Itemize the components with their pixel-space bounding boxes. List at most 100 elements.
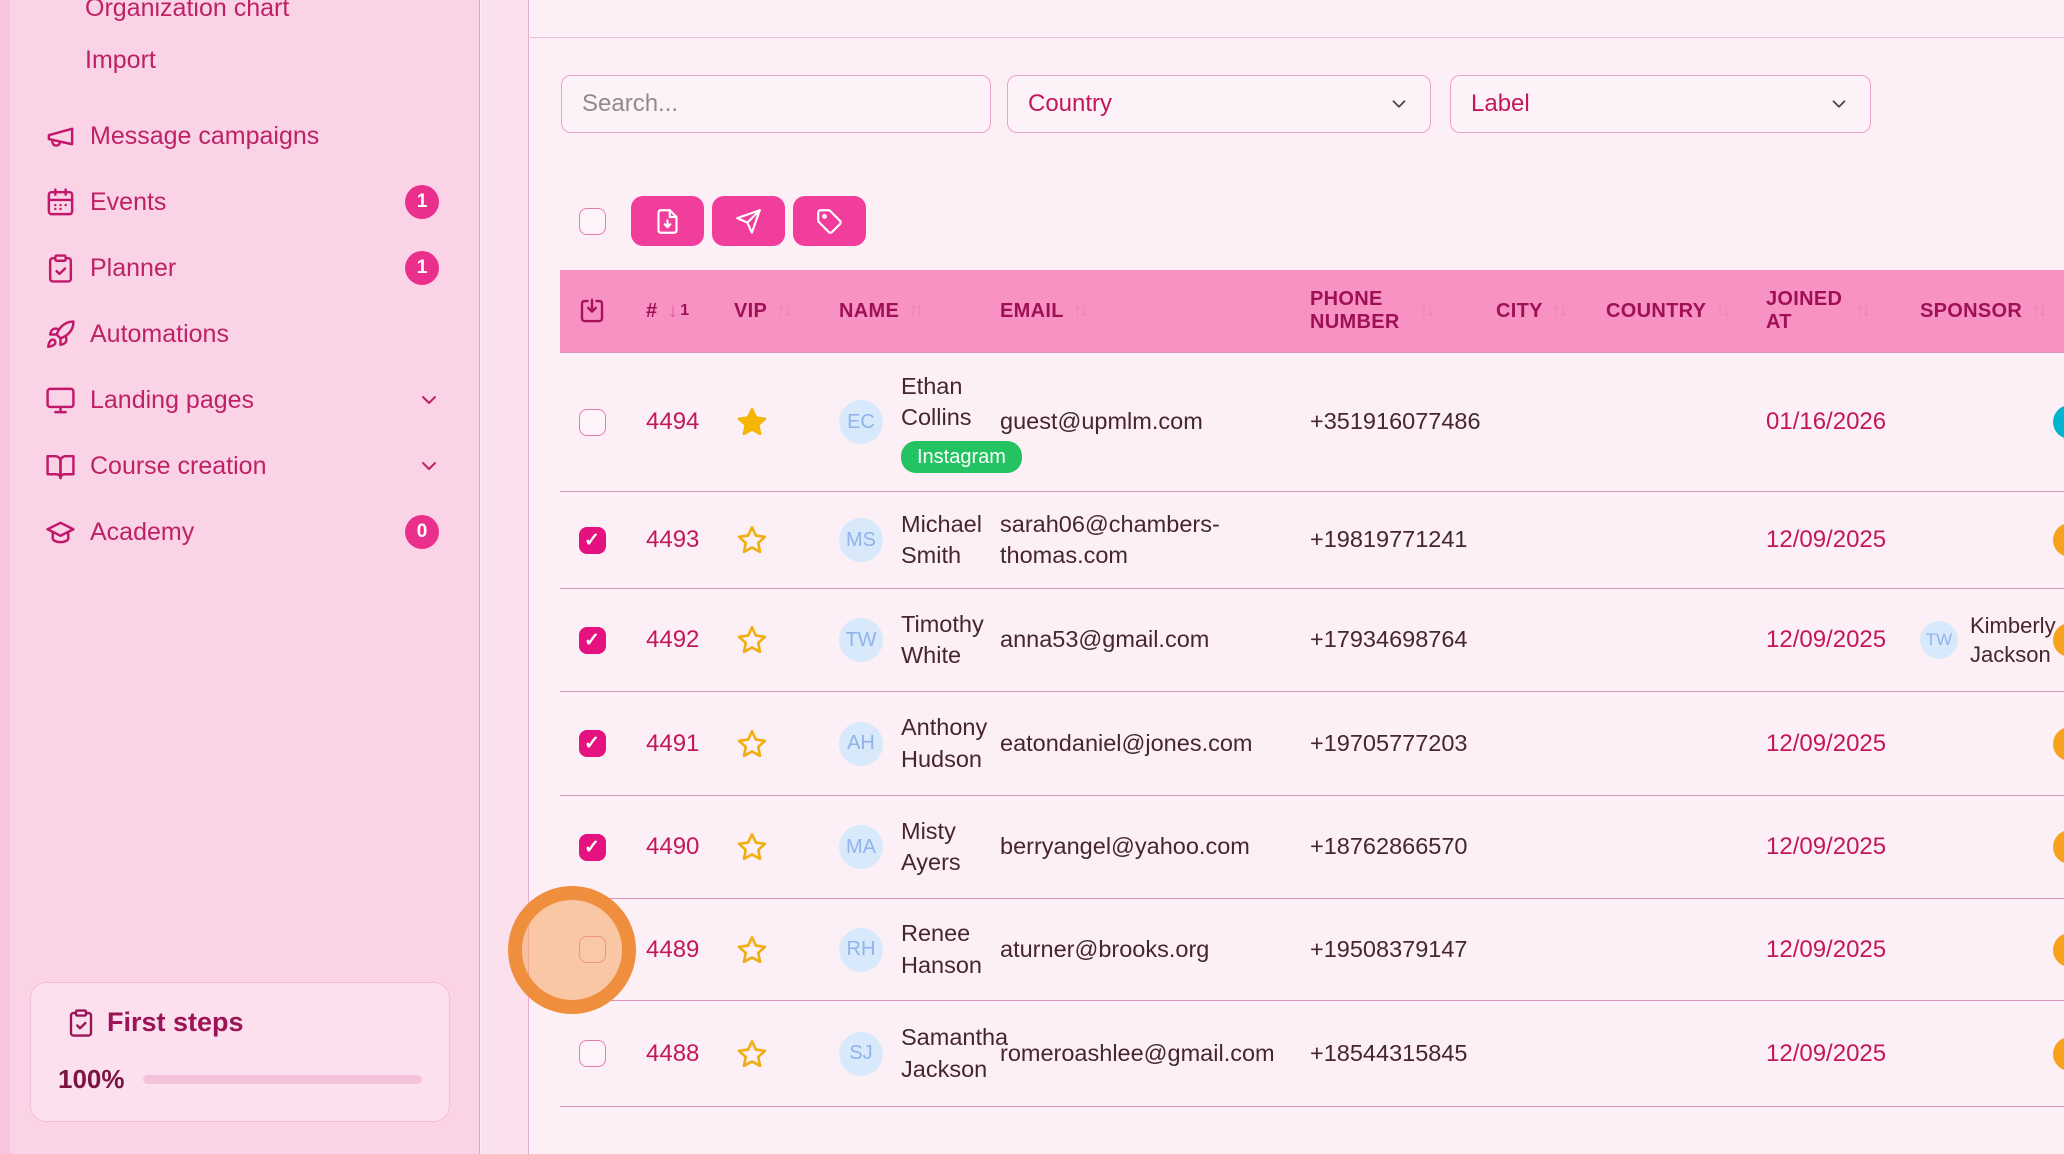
member-name-cell: MS Michael Smith <box>790 492 1000 588</box>
assign-label-button[interactable] <box>793 196 866 246</box>
avatar: SJ <box>839 1032 883 1076</box>
member-phone: +19705777203 <box>1310 728 1468 759</box>
search-input[interactable] <box>561 75 991 133</box>
sponsor-name: Kimberly Jackson <box>1970 611 2056 670</box>
member-id-link[interactable]: 4492 <box>646 624 699 656</box>
row-select-cell <box>560 1001 624 1106</box>
sponsor-cell <box>1906 796 2053 898</box>
member-id-link[interactable]: 4494 <box>646 406 699 438</box>
vip-star-icon[interactable] <box>736 831 768 863</box>
export-button[interactable] <box>631 196 704 246</box>
column-header-city[interactable]: CITY ↑↓ <box>1496 300 1606 323</box>
joined-date: 12/09/2025 <box>1766 1038 1886 1070</box>
row-checkbox[interactable] <box>579 627 606 654</box>
joined-at-cell: 12/09/2025 <box>1766 589 1906 691</box>
sort-icon: ↑↓ <box>1073 300 1086 322</box>
graduation-cap-icon <box>45 517 76 548</box>
status-dot-cell <box>2053 589 2064 691</box>
column-header-joined-at[interactable]: JOINED AT ↑↓ <box>1766 288 1906 334</box>
vip-star-icon[interactable] <box>736 1038 768 1070</box>
member-id-link[interactable]: 4490 <box>646 831 699 863</box>
vip-cell <box>714 1107 790 1154</box>
sort-icon: ↑↓ <box>908 300 921 322</box>
member-email: eatondaniel@jones.com <box>1000 728 1253 759</box>
sidebar-subitem[interactable]: Import <box>0 34 479 86</box>
sort-icon: ↑↓ <box>1715 300 1728 322</box>
joined-at-cell: 12/09/2025 <box>1766 692 1906 795</box>
table-header: # ↓ 1 VIP ↑↓ NAME ↑↓ EMAIL ↑↓ PHONE NUMB… <box>560 270 2064 352</box>
joined-at-cell: 01/16/2026 <box>1766 353 1906 491</box>
column-header-name[interactable]: NAME ↑↓ <box>790 300 1000 323</box>
member-name-cell: AH Anthony Hudson <box>790 692 1000 795</box>
vip-star-icon[interactable] <box>736 406 768 438</box>
sponsor-cell <box>1906 899 2053 1000</box>
column-header-phone[interactable]: PHONE NUMBER ↑↓ <box>1310 288 1496 334</box>
vip-star-icon[interactable] <box>736 934 768 966</box>
row-select-cell <box>560 492 624 588</box>
sidebar-item-label: Landing pages <box>90 386 254 415</box>
sidebar-item[interactable]: Planner 1 <box>0 235 479 301</box>
member-country-cell <box>1606 492 1766 588</box>
sidebar-item-label: Academy <box>90 518 194 547</box>
row-select-cell <box>560 796 624 898</box>
member-city-cell <box>1496 1107 1606 1154</box>
sidebar-item[interactable]: Events 1 <box>0 169 479 235</box>
sidebar-item[interactable]: Course creation <box>0 433 479 499</box>
column-header-vip[interactable]: VIP ↑↓ <box>714 300 790 323</box>
column-header-country[interactable]: COUNTRY ↑↓ <box>1606 300 1766 323</box>
sidebar-item[interactable]: Landing pages <box>0 367 479 433</box>
member-email-cell: sarah06@chambers-thomas.com <box>1000 492 1310 588</box>
column-header-sponsor[interactable]: SPONSOR ↑↓ <box>1906 300 2053 323</box>
sidebar-item-label: Events <box>90 188 166 217</box>
sidebar-item[interactable]: Message campaigns <box>0 103 479 169</box>
vip-cell <box>714 1001 790 1106</box>
sidebar-item[interactable]: Academy 0 <box>0 499 479 565</box>
joined-at-cell: 12/09/2025 <box>1766 492 1906 588</box>
status-dot-cell <box>2053 1001 2064 1106</box>
sidebar-subitem[interactable]: Organization chart <box>0 0 479 34</box>
row-checkbox[interactable] <box>579 730 606 757</box>
column-header-email[interactable]: EMAIL ↑↓ <box>1000 300 1310 323</box>
row-checkbox[interactable] <box>579 1040 606 1067</box>
first-steps-card[interactable]: First steps 100% <box>30 982 450 1122</box>
vip-star-icon[interactable] <box>736 624 768 656</box>
member-id-link[interactable]: 4488 <box>646 1038 699 1070</box>
status-dot-cell <box>2053 353 2064 491</box>
status-dot <box>2053 933 2064 967</box>
sidebar-item-label: Course creation <box>90 452 266 481</box>
vip-star-icon[interactable] <box>736 728 768 760</box>
member-name-cell: RH Renee Hanson <box>790 899 1000 1000</box>
member-id-link[interactable]: 4493 <box>646 524 699 556</box>
sidebar-nav: Organization chart Import Message campai… <box>0 0 479 565</box>
vip-cell <box>714 899 790 1000</box>
member-name-cell: SJ Samantha Jackson <box>790 1001 1000 1106</box>
row-checkbox[interactable] <box>579 409 606 436</box>
country-select[interactable]: Country <box>1007 75 1431 133</box>
member-city-cell <box>1496 1001 1606 1106</box>
member-id-link[interactable]: 4491 <box>646 728 699 760</box>
book-icon <box>45 451 76 482</box>
select-all-checkbox[interactable] <box>579 208 606 235</box>
label-select[interactable]: Label <box>1450 75 1871 133</box>
member-phone: +351916077486 <box>1310 406 1481 437</box>
sponsor-cell: NA Scott <box>1906 1107 2053 1154</box>
member-id-link[interactable]: 4489 <box>646 934 699 966</box>
avatar: EC <box>839 400 883 444</box>
avatar: MA <box>839 825 883 869</box>
count-badge: 1 <box>405 251 439 285</box>
member-city-cell <box>1496 589 1606 691</box>
row-checkbox[interactable] <box>579 936 606 963</box>
member-phone-cell: +351916077486 <box>1310 353 1496 491</box>
header-select-all[interactable] <box>560 296 624 326</box>
row-checkbox[interactable] <box>579 527 606 554</box>
chevron-down-icon <box>1828 93 1850 115</box>
member-country-cell <box>1606 692 1766 795</box>
send-message-button[interactable] <box>712 196 785 246</box>
column-header-id[interactable]: # ↓ 1 <box>624 299 714 323</box>
sidebar-item-label: Automations <box>90 320 229 349</box>
row-checkbox[interactable] <box>579 834 606 861</box>
first-steps-title: First steps <box>107 1007 244 1038</box>
sidebar-item[interactable]: Automations <box>0 301 479 367</box>
vip-cell <box>714 492 790 588</box>
vip-star-icon[interactable] <box>736 524 768 556</box>
